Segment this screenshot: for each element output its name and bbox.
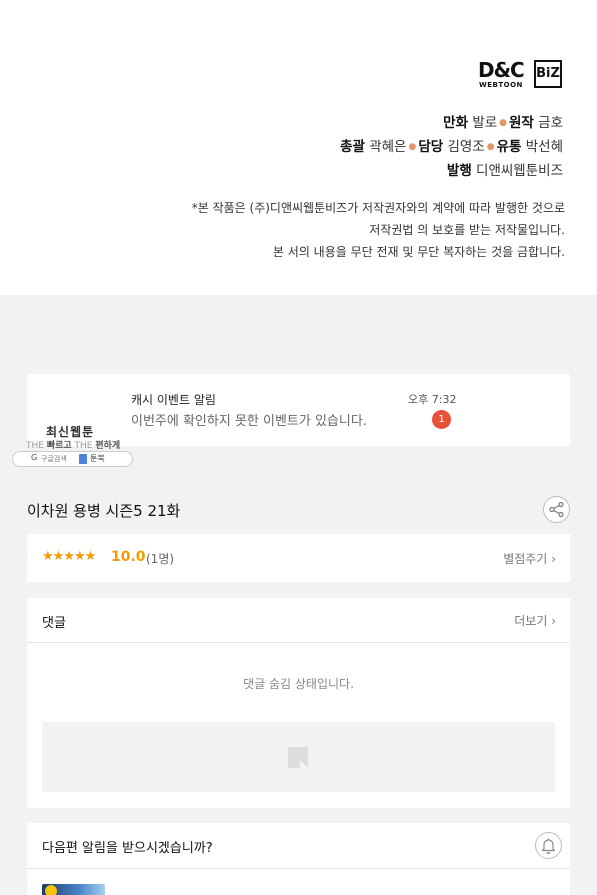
credit-line-3: 발행 디앤씨웹툰비즈 bbox=[447, 159, 563, 179]
credit-line-2: 총괄 곽혜은 ● 담당 김영조 ● 유통 박선혜 bbox=[340, 135, 563, 155]
ad-word: 빠르고 bbox=[46, 441, 72, 451]
credit-role: 만화 bbox=[443, 115, 469, 131]
copyright-notice-1: *본 작품은 (주)디앤씨웹툰비즈가 저작권자와의 계약에 따라 발행한 것으로 bbox=[191, 201, 565, 215]
chevron-right-icon: › bbox=[551, 614, 556, 628]
credit-name: 발로 bbox=[472, 115, 498, 131]
credit-role: 담당 bbox=[418, 139, 444, 155]
credit-role: 원작 bbox=[509, 115, 534, 131]
logo-main-text: D&C bbox=[478, 58, 525, 82]
episode-title: 이차원 용병 시즌5 21화 bbox=[27, 502, 181, 520]
next-episode-alarm: 다음편 알림을 받으시겠습니까? bbox=[27, 823, 570, 895]
cash-event-notification[interactable]: 캐시 이벤트 알림 이번주에 확인하지 못한 이벤트가 있습니다. 오후 7:3… bbox=[27, 374, 570, 446]
rating-card: ★★★★★ 10.0 (1명) 별점주기 › bbox=[27, 534, 570, 582]
logo-biz-text: BiZ bbox=[534, 60, 562, 88]
alarm-toggle-button[interactable] bbox=[535, 832, 562, 859]
credit-name: 박선혜 bbox=[525, 139, 563, 155]
google-icon: G bbox=[31, 453, 38, 462]
more-label: 더보기 bbox=[514, 614, 548, 628]
credit-name: 금호 bbox=[538, 115, 563, 131]
credit-name: 김영조 bbox=[447, 139, 485, 155]
star-rating-icons: ★★★★★ bbox=[42, 549, 96, 564]
logo-sub-text: WEBTOON bbox=[479, 81, 523, 89]
credit-role: 발행 bbox=[446, 163, 472, 179]
ad-tagline: THE 빠르고 THE 편하게 bbox=[26, 438, 120, 451]
dnc-webtoon-biz-logo: D&C WEBTOON BiZ bbox=[478, 58, 564, 90]
ad-the: THE bbox=[26, 441, 44, 451]
notification-time: 오후 7:32 bbox=[408, 393, 457, 406]
copyright-notice-3: 본 서의 내용을 무단 전재 및 무단 복자하는 것을 금합니다. bbox=[272, 245, 565, 259]
book-icon bbox=[79, 454, 87, 464]
comments-title: 댓글 bbox=[42, 616, 66, 631]
toonbook-label: 툰북 bbox=[90, 454, 105, 463]
credit-role: 총괄 bbox=[340, 139, 365, 155]
rate-button-label: 별점주기 bbox=[503, 552, 548, 566]
rate-button[interactable]: 별점주기 › bbox=[503, 550, 556, 567]
google-search-label: 구글검색 bbox=[41, 455, 67, 463]
ad-word: 편하게 bbox=[95, 441, 121, 451]
comments-more-button[interactable]: 더보기 › bbox=[514, 612, 556, 629]
comments-section: 댓글 더보기 › 댓글 숨김 상태입니다. bbox=[27, 598, 570, 808]
credit-name: 곽혜은 bbox=[369, 139, 407, 155]
separator-dot: ● bbox=[499, 118, 508, 128]
rating-score: 10.0 bbox=[111, 549, 146, 565]
notification-title: 캐시 이벤트 알림 bbox=[131, 393, 216, 407]
comments-header: 댓글 더보기 › bbox=[27, 598, 570, 643]
chevron-right-icon: › bbox=[551, 552, 556, 566]
separator-dot: ● bbox=[486, 142, 495, 152]
alarm-question: 다음편 알림을 받으시겠습니까? bbox=[42, 841, 213, 856]
credits-panel: D&C WEBTOON BiZ 만화 발로 ● 원작 금호 총괄 곽혜은 ● 담당 김영… bbox=[0, 0, 597, 295]
ad-placeholder bbox=[42, 722, 555, 792]
ad-the: THE bbox=[74, 441, 93, 451]
credit-name: 디앤씨웹툰비즈 bbox=[476, 163, 563, 179]
copyright-notice-2: 저작권법 의 보호를 받는 저작물입니다. bbox=[369, 223, 565, 237]
share-button[interactable] bbox=[543, 496, 570, 523]
credit-line-1: 만화 발로 ● 원작 금호 bbox=[443, 111, 563, 131]
alarm-header: 다음편 알림을 받으시겠습니까? bbox=[27, 823, 570, 869]
bell-icon bbox=[541, 838, 556, 855]
coin-icon bbox=[45, 885, 57, 895]
separator-dot: ● bbox=[408, 142, 417, 152]
image-placeholder-icon bbox=[288, 747, 308, 768]
rating-count: (1명) bbox=[146, 552, 175, 566]
share-icon bbox=[549, 501, 564, 518]
episode-thumbnail[interactable] bbox=[42, 884, 105, 895]
credit-role: 유통 bbox=[496, 139, 522, 155]
notification-body: 이번주에 확인하지 못한 이벤트가 있습니다. bbox=[131, 414, 367, 429]
ad-search-pill[interactable]: G 구글검색 툰북 bbox=[12, 451, 133, 467]
notification-count-badge: 1 bbox=[432, 410, 451, 429]
comments-hidden-message: 댓글 숨김 상태입니다. bbox=[243, 677, 354, 691]
